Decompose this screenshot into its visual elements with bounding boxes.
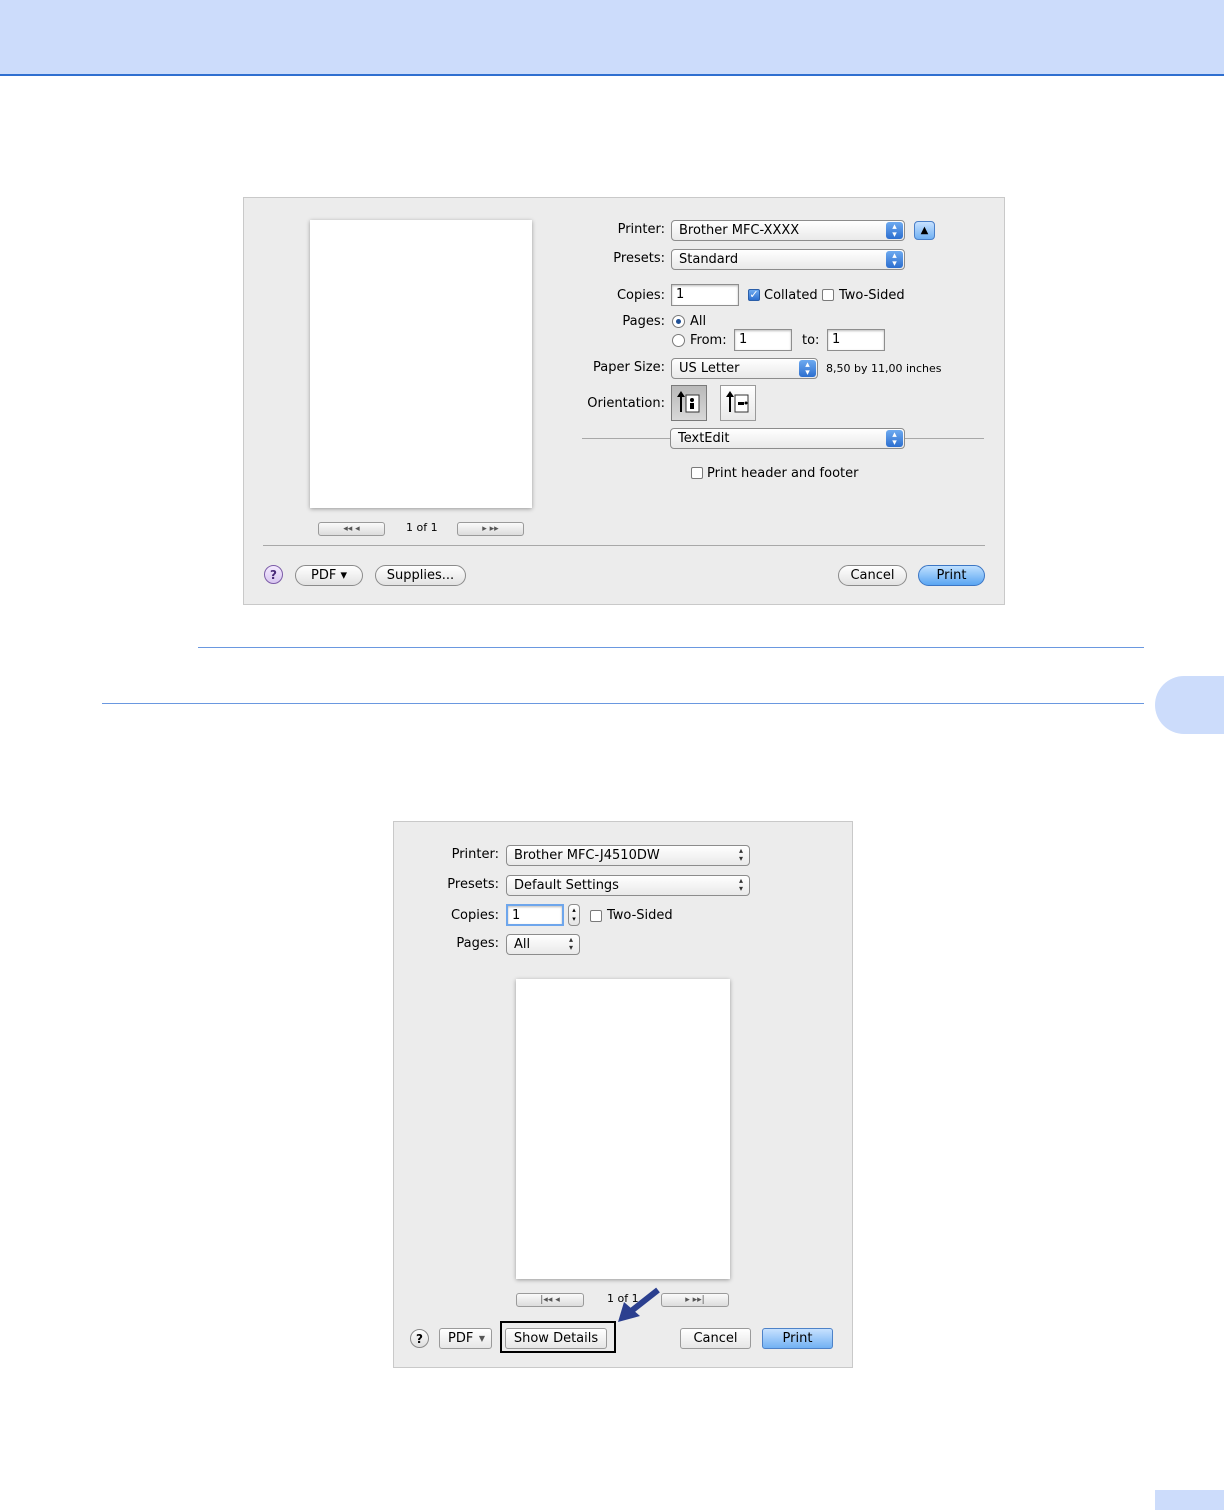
collapse-details-button[interactable]: ▲ [914, 221, 935, 240]
popup-arrows-icon: ▴ ▾ [738, 846, 743, 863]
copies-label: Copies: [616, 288, 665, 303]
portrait-icon [677, 391, 700, 413]
popup-arrows-icon: ▴ ▾ [886, 251, 903, 269]
orientation-label: Orientation: [587, 396, 665, 411]
note-divider [198, 647, 1144, 648]
printer-popup[interactable]: Brother MFC-XXXX ▴ ▾ [671, 220, 905, 241]
pages-to-label: to: [802, 333, 820, 348]
copies-field[interactable]: 1 [671, 284, 739, 306]
header-footer-checkbox[interactable] [691, 467, 703, 479]
cancel-button[interactable]: Cancel [838, 565, 907, 586]
print-button[interactable]: Print [762, 1328, 833, 1349]
pages-all-radio[interactable] [672, 315, 685, 328]
copies-label: Copies: [450, 908, 499, 923]
supplies-button[interactable]: Supplies... [375, 565, 466, 586]
chevron-down-icon: ▼ [478, 1334, 485, 1343]
collated-label: Collated [764, 288, 818, 303]
two-sided-checkbox[interactable] [822, 289, 834, 301]
bottom-separator [263, 545, 985, 546]
popup-arrows-icon: ▴ ▾ [568, 935, 573, 952]
pages-popup[interactable]: All ▴ ▾ [506, 934, 580, 955]
pages-from-label: From: [690, 333, 727, 348]
page-counter: 1 of 1 [406, 521, 438, 534]
page-preview [310, 220, 532, 508]
presets-value: Standard [679, 252, 739, 267]
help-button[interactable]: ? [410, 1329, 429, 1348]
printer-value: Brother MFC-XXXX [679, 223, 800, 238]
pdf-menu-button[interactable]: PDF ▾ [295, 565, 363, 586]
disclosure-up-icon: ▲ [920, 225, 929, 236]
app-options-popup[interactable]: TextEdit ▴ ▾ [670, 428, 905, 449]
paper-size-value: US Letter [679, 361, 740, 376]
section-divider [102, 703, 1144, 704]
paper-size-popup[interactable]: US Letter ▴ ▾ [671, 358, 818, 379]
printer-popup[interactable]: Brother MFC-J4510DW ▴ ▾ [506, 845, 750, 866]
printer-value: Brother MFC-J4510DW [514, 848, 660, 863]
collated-checkbox[interactable]: ✓ [748, 289, 760, 301]
paper-size-description: 8,50 by 11,00 inches [826, 362, 942, 375]
copies-field[interactable]: 1 [506, 904, 564, 926]
pages-all-label: All [690, 314, 707, 329]
presets-label: Presets: [613, 251, 665, 266]
preview-next-last-buttons[interactable]: ▸ ▸▸| [661, 1293, 729, 1307]
landscape-orientation-button[interactable] [720, 385, 756, 421]
pages-from-field[interactable]: 1 [734, 329, 792, 351]
two-sided-label: Two-Sided [839, 288, 905, 303]
pages-value: All [514, 937, 531, 952]
preview-first-prev-buttons[interactable]: |◂◂ ◂ [516, 1293, 584, 1307]
landscape-icon [726, 391, 749, 413]
presets-popup[interactable]: Default Settings ▴ ▾ [506, 875, 750, 896]
popup-arrows-icon: ▴ ▾ [738, 876, 743, 893]
printer-label: Printer: [451, 847, 499, 862]
copies-stepper[interactable]: ▴ ▾ [568, 904, 580, 926]
pdf-label: PDF [448, 1331, 474, 1346]
print-dialog-expanded: ◂◂ ◂ 1 of 1 ▸ ▸▸ Printer: Brother MFC-XX… [243, 197, 1005, 605]
section-separator-right [905, 438, 984, 439]
show-details-button[interactable]: Show Details [505, 1328, 607, 1349]
print-dialog-collapsed: Printer: Brother MFC-J4510DW ▴ ▾ Presets:… [393, 821, 853, 1368]
two-sided-checkbox[interactable] [590, 910, 602, 922]
cancel-button[interactable]: Cancel [680, 1328, 751, 1349]
page-preview [516, 979, 730, 1279]
presets-popup[interactable]: Standard ▴ ▾ [671, 249, 905, 270]
pages-label: Pages: [456, 936, 499, 951]
portrait-orientation-button[interactable] [671, 385, 707, 421]
stepper-arrows-icon: ▴ ▾ [572, 906, 576, 923]
preview-first-prev-buttons[interactable]: ◂◂ ◂ [318, 522, 385, 536]
presets-value: Default Settings [514, 878, 619, 893]
page-number-tab [1155, 1490, 1224, 1510]
app-options-value: TextEdit [678, 431, 730, 446]
preview-next-last-buttons[interactable]: ▸ ▸▸ [457, 522, 524, 536]
print-button[interactable]: Print [918, 565, 985, 586]
callout-arrow-icon [618, 1287, 660, 1322]
help-button[interactable]: ? [264, 565, 283, 584]
presets-label: Presets: [447, 877, 499, 892]
page-header-band [0, 0, 1224, 76]
pages-label: Pages: [622, 314, 665, 329]
printer-label: Printer: [617, 222, 665, 237]
pdf-menu-button[interactable]: PDF ▼ [439, 1328, 492, 1349]
header-footer-label: Print header and footer [707, 466, 859, 481]
paper-size-label: Paper Size: [592, 360, 665, 375]
popup-arrows-icon: ▴ ▾ [886, 222, 903, 240]
pages-from-radio[interactable] [672, 334, 685, 347]
two-sided-label: Two-Sided [607, 908, 673, 923]
popup-arrows-icon: ▴ ▾ [799, 360, 816, 378]
pages-to-field[interactable]: 1 [827, 329, 885, 351]
popup-arrows-icon: ▴ ▾ [886, 430, 903, 448]
chapter-tab [1155, 676, 1224, 734]
section-separator-left [582, 438, 670, 439]
